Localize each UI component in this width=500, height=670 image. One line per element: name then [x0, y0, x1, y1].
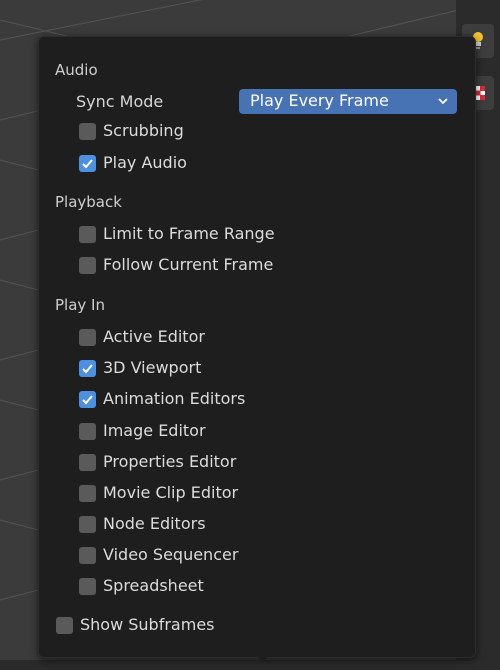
checkmark-icon: [82, 364, 93, 374]
play-in-checkbox-box[interactable]: [79, 485, 96, 502]
play-audio-checkbox-box[interactable]: [79, 155, 96, 172]
play-in-label: Spreadsheet: [103, 576, 204, 595]
play-in-label: Properties Editor: [103, 452, 237, 471]
sync-mode-value: Play Every Frame: [250, 91, 389, 110]
play-in-checkbox-box[interactable]: [79, 329, 96, 346]
show-subframes-checkbox-box[interactable]: [56, 617, 73, 634]
play-audio-label: Play Audio: [103, 153, 187, 172]
limit-frame-range-label: Limit to Frame Range: [103, 224, 275, 243]
section-play-in-header: Play In: [55, 296, 105, 314]
scrubbing-label: Scrubbing: [103, 121, 184, 140]
play-in-checkbox-box[interactable]: [79, 547, 96, 564]
follow-current-frame-label: Follow Current Frame: [103, 255, 274, 274]
play-in-label: Video Sequencer: [103, 545, 239, 564]
play-in-checkbox-box[interactable]: [79, 516, 96, 533]
sync-mode-dropdown[interactable]: Play Every Frame: [239, 89, 457, 114]
show-subframes-label: Show Subframes: [80, 615, 215, 634]
popover-pointer: [255, 653, 271, 663]
play-in-label: Animation Editors: [103, 389, 246, 408]
play-in-checkbox-box[interactable]: [79, 391, 96, 408]
play-in-label: Node Editors: [103, 514, 206, 533]
chevron-down-icon: [437, 93, 449, 112]
checkmark-icon: [82, 159, 93, 169]
play-in-label: 3D Viewport: [103, 358, 202, 377]
playback-popover: Audio Sync Mode Play Every Frame Scrubbi…: [38, 36, 476, 658]
play-in-checkbox-box[interactable]: [79, 578, 96, 595]
checkmark-icon: [82, 395, 93, 405]
section-audio-header: Audio: [55, 61, 98, 79]
play-in-label: Movie Clip Editor: [103, 483, 239, 502]
play-in-label: Active Editor: [103, 327, 205, 346]
sync-mode-label: Sync Mode: [76, 92, 164, 111]
play-in-label: Image Editor: [103, 421, 206, 440]
scrubbing-checkbox-box[interactable]: [79, 123, 96, 140]
play-in-checkbox-box[interactable]: [79, 360, 96, 377]
follow-current-frame-checkbox-box[interactable]: [79, 257, 96, 274]
play-in-checkbox-box[interactable]: [79, 423, 96, 440]
limit-frame-range-checkbox-box[interactable]: [79, 226, 96, 243]
section-playback-header: Playback: [55, 193, 122, 211]
play-in-checkbox-box[interactable]: [79, 454, 96, 471]
